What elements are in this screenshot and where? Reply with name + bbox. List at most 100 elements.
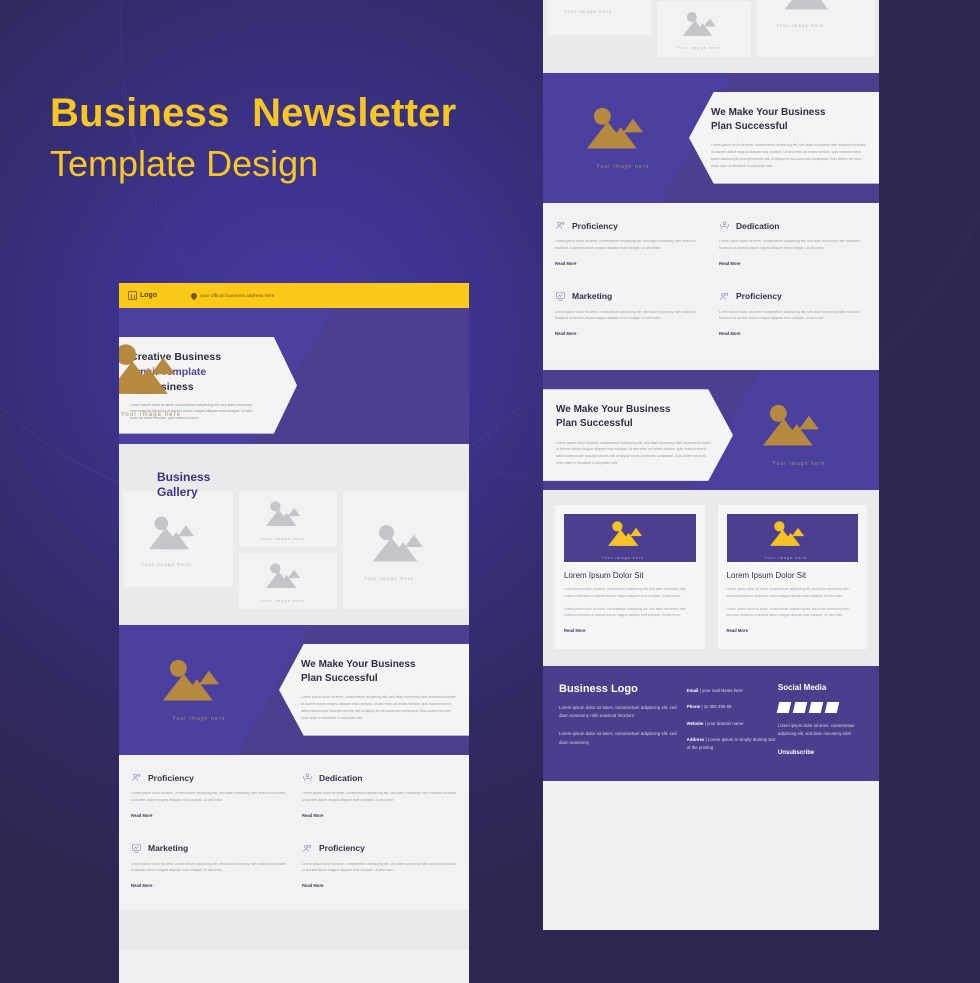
gallery-image-label: Your image here — [364, 575, 415, 581]
blog-card[interactable]: Your image here Lorem Ipsum Dolor Sit Lo… — [555, 505, 705, 649]
band-heading-line2: Plan Successful — [556, 418, 633, 430]
band-text-card: We Make Your Business Plan Successful Lo… — [543, 389, 733, 481]
mountain-image-icon — [266, 500, 301, 526]
social-icon-2[interactable] — [792, 701, 808, 713]
gallery-cell[interactable]: Your image here — [757, 0, 875, 57]
footer-contact-row: Address | Lorem Ipsum is simply dummy te… — [687, 736, 778, 753]
page-left-bottom-spacer — [119, 910, 469, 951]
feature-body: Lorem ipsum dolor sit amet, consectetuer… — [131, 861, 286, 873]
social-icon-4[interactable] — [824, 701, 840, 713]
feature-body: Lorem ipsum dolor sit amet, consectetuer… — [131, 791, 286, 802]
blog-read-more-link[interactable]: Read More — [564, 628, 585, 633]
blog-title: Lorem Ipsum Dolor Sit — [564, 571, 644, 581]
feature-card: Dedication Lorem ipsum dolor sit amet, c… — [719, 220, 867, 270]
band-image-label: Your image here — [596, 163, 650, 170]
feature-read-more-link[interactable]: Read More — [719, 261, 740, 266]
dedication-icon — [302, 773, 313, 781]
gallery-image-placeholder: Your image here — [677, 8, 731, 50]
feature-title: Dedication — [736, 220, 780, 231]
blog-body-1: Lorem ipsum dolor sit amet, consectetuer… — [564, 587, 687, 598]
footer-contact-value[interactable]: | your domain name — [705, 721, 744, 726]
poster-title-line1: Business Newsletter — [50, 91, 457, 135]
cta-band-section: Your image here We Make Your Business Pl… — [119, 625, 469, 755]
feature-read-more-link[interactable]: Read More — [555, 331, 576, 336]
gallery-cell[interactable]: Your image here — [343, 491, 467, 609]
band-heading-line2: Plan Successful — [301, 673, 378, 685]
gallery-column-1: Your image here — [123, 491, 233, 609]
feature-read-more-link[interactable]: Read More — [302, 883, 323, 888]
dedication-icon — [719, 221, 730, 229]
band-body: Lorem ipsum dolor sit amet, consectetuer… — [711, 143, 866, 168]
gallery-grid: Your image here Your image here Your ima… — [119, 491, 469, 609]
gallery-cell[interactable]: Your image here — [239, 553, 337, 609]
blog-card[interactable]: Your image here Lorem Ipsum Dolor Sit Lo… — [717, 505, 867, 649]
gallery-cell[interactable]: Your image here — [123, 491, 233, 587]
mountain-image-icon — [266, 562, 301, 588]
feature-read-more-link[interactable]: Read More — [131, 813, 152, 818]
social-icon-3[interactable] — [808, 701, 824, 713]
gallery-column-2: Your image here Your image here — [239, 491, 337, 609]
feature-header: Proficiency — [302, 843, 457, 854]
blog-read-more-link[interactable]: Read More — [727, 628, 748, 633]
social-icon-1[interactable] — [776, 701, 792, 713]
footer-contact-row: Phone | 11 000 456 89 — [687, 703, 778, 711]
poster-title: Business Newsletter Template Design — [50, 91, 457, 186]
blog-thumbnail: Your image here — [726, 514, 858, 563]
logo-label: Logo — [140, 292, 158, 299]
mountain-image-icon — [149, 516, 195, 550]
blog-image-placeholder: Your image here — [602, 517, 658, 560]
feature-read-more-link[interactable]: Read More — [555, 261, 576, 266]
band-image-placeholder: Your image here — [753, 398, 845, 467]
gallery-cell[interactable]: Your image here — [547, 0, 651, 35]
gallery-title: Business Gallery — [157, 470, 210, 501]
unsubscribe-link[interactable]: Unsubscribe — [778, 750, 814, 756]
feature-body: Lorem ipsum dolor sit amet, consectetuer… — [719, 239, 860, 250]
gallery-image-placeholder: Your image here — [141, 511, 215, 567]
band-body: Lorem ipsum dolor sit amet, consectetuer… — [301, 695, 456, 720]
mountain-image-icon — [162, 659, 219, 701]
logo-icon — [128, 291, 137, 300]
cta-band-section: Your image here We Make Your Business Pl… — [543, 73, 879, 203]
feature-read-more-link[interactable]: Read More — [719, 331, 740, 336]
feature-header: Marketing — [131, 843, 286, 854]
band-image-placeholder: Your image here — [577, 101, 669, 170]
gallery-cell[interactable]: Your image here — [239, 491, 337, 547]
logo[interactable]: Logo — [128, 291, 157, 300]
gallery-image-label: Your image here — [677, 46, 722, 51]
blog-thumbnail: Your image here — [564, 514, 696, 563]
cta-band-reversed-section: We Make Your Business Plan Successful Lo… — [543, 370, 879, 491]
feature-card: Proficiency Lorem ipsum dolor sit amet, … — [302, 843, 457, 893]
feature-read-more-link[interactable]: Read More — [302, 813, 323, 818]
feature-header: Proficiency — [719, 291, 867, 302]
feature-title: Proficiency — [319, 843, 365, 854]
feature-header: Dedication — [302, 772, 457, 783]
proficiency-icon — [132, 773, 141, 781]
footer-contact-column: Email | your mail Name here Phone | 11 0… — [687, 683, 778, 761]
footer-section: Business Logo Lorem ipsum dolor sit amet… — [543, 665, 879, 781]
band-heading: We Make Your Business Plan Successful — [301, 658, 456, 686]
band-text-card: We Make Your Business Plan Successful Lo… — [689, 92, 879, 184]
band-heading: We Make Your Business Plan Successful — [556, 403, 711, 431]
feature-title: Marketing — [148, 843, 189, 854]
gallery-title-line2: Gallery — [157, 485, 198, 500]
band-heading-line1: We Make Your Business — [711, 107, 826, 118]
feature-card: Proficiency Lorem ipsum dolor sit amet, … — [555, 220, 703, 270]
band-heading-line1: We Make Your Business — [556, 404, 671, 416]
feature-read-more-link[interactable]: Read More — [131, 883, 152, 888]
footer-contact-value[interactable]: | your mail Name here — [700, 688, 743, 693]
blog-cards-section: Your image here Lorem Ipsum Dolor Sit Lo… — [543, 490, 879, 666]
blog-image-label: Your image here — [601, 555, 645, 560]
footer-social-title: Social Media — [777, 682, 827, 692]
footer-social-column: Social Media Lorem ipsum dolor sit amet,… — [776, 682, 863, 761]
gallery-image-label: Your image here — [141, 562, 192, 568]
feature-title: Proficiency — [736, 291, 782, 302]
footer-contact-value[interactable]: | 11 000 456 89 — [701, 704, 731, 709]
blog-title: Lorem Ipsum Dolor Sit — [726, 571, 807, 581]
gallery-cell[interactable]: Your image here — [657, 1, 751, 57]
gallery-section: Business Gallery Your image here — [119, 444, 469, 625]
feature-card: Proficiency Lorem ipsum dolor sit amet, … — [131, 772, 286, 822]
mountain-image-icon — [770, 520, 805, 546]
feature-header: Proficiency — [555, 220, 703, 231]
mountain-image-icon — [372, 525, 423, 562]
feature-header: Proficiency — [131, 772, 286, 783]
